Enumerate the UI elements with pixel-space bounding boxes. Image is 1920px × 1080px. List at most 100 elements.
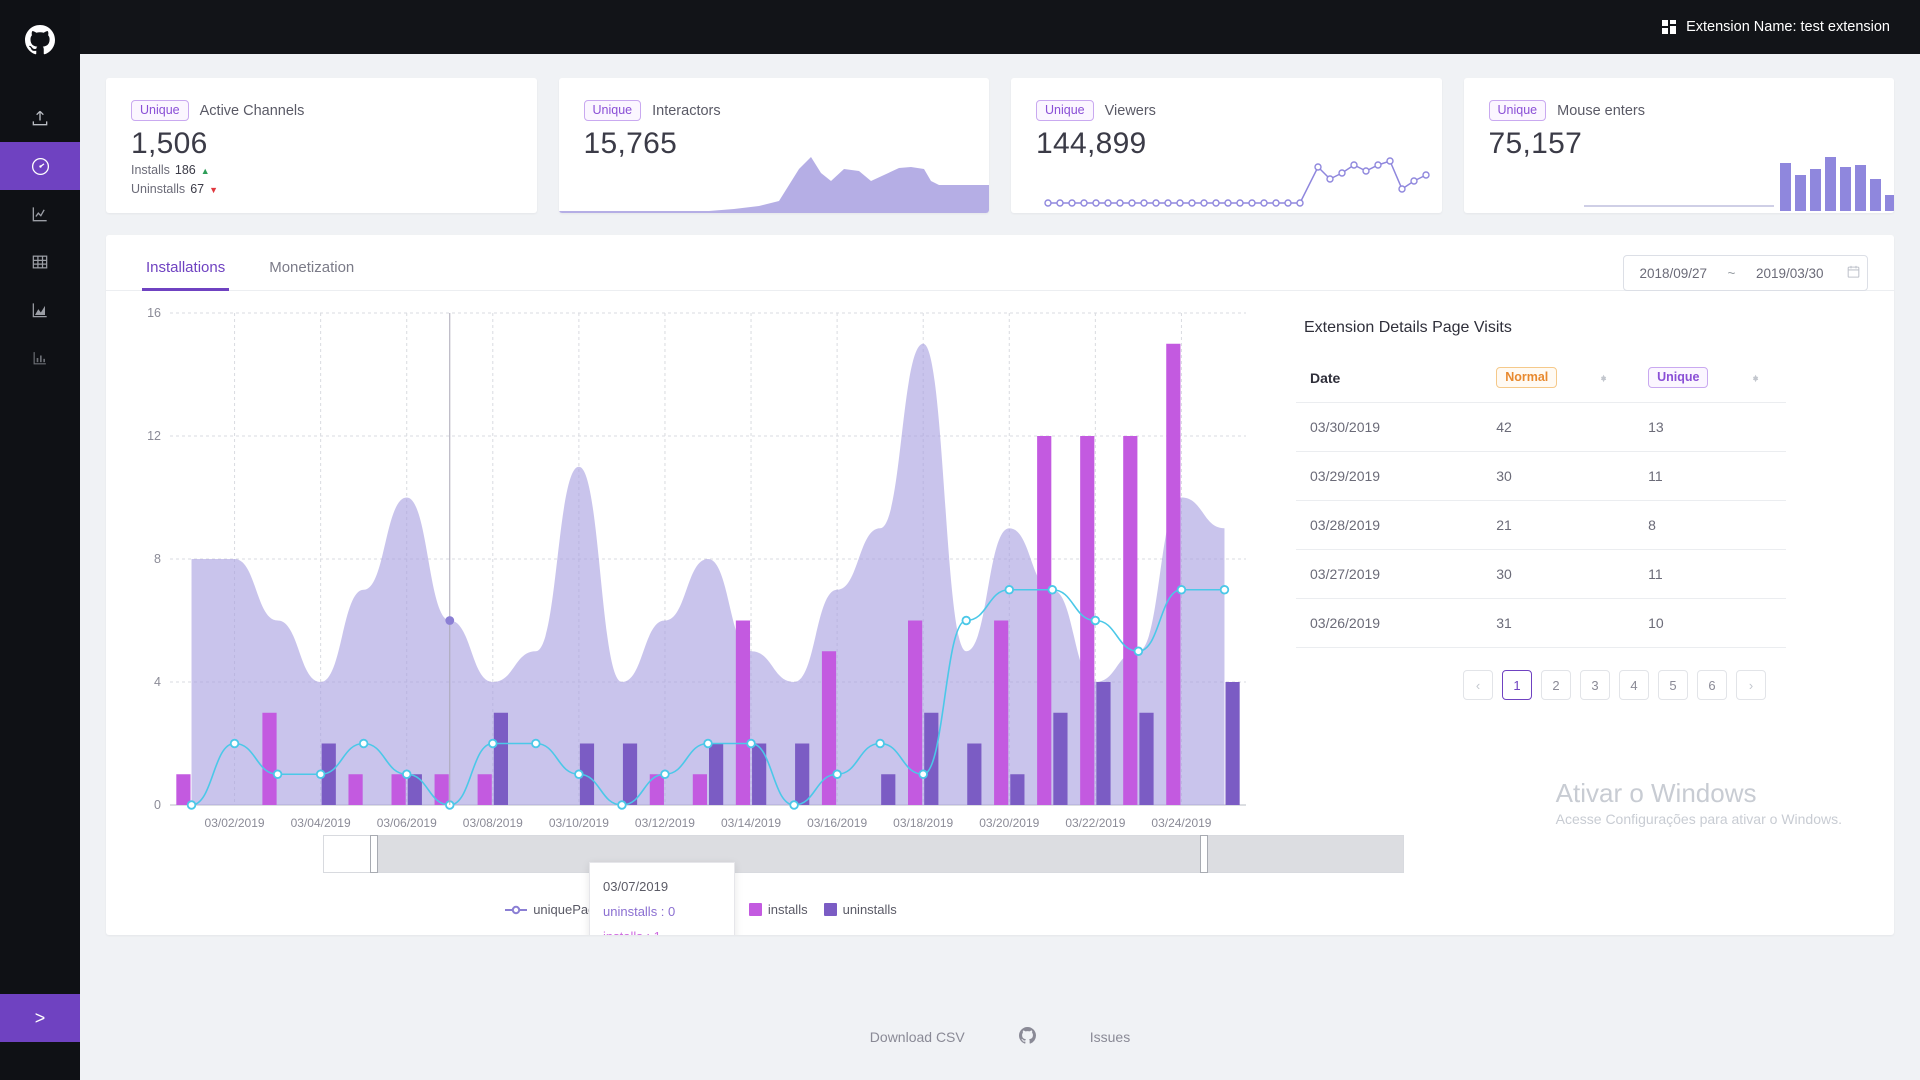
- normal-badge: Normal: [1496, 367, 1558, 389]
- installs-value: 186: [174, 163, 196, 178]
- page-visits-section: Extension Details Page Visits Date Norma…: [1296, 305, 1786, 701]
- github-logo-icon[interactable]: [0, 16, 80, 64]
- legend-item-installs[interactable]: installs: [748, 902, 808, 917]
- cell-date: 03/29/2019: [1296, 451, 1483, 502]
- sidebar-item-dashboard[interactable]: [0, 142, 80, 190]
- table-row: 03/27/2019 30 11: [1296, 549, 1786, 600]
- sidebar-item-table[interactable]: [0, 238, 80, 286]
- svg-text:03/16/2019: 03/16/2019: [807, 816, 867, 830]
- windows-activation-watermark: Ativar o Windows Acesse Configurações pa…: [1556, 777, 1842, 827]
- date-range-start[interactable]: 2018/09/27: [1624, 266, 1723, 281]
- tooltip-uninstalls: uninstalls : 0: [603, 903, 676, 919]
- date-range-picker[interactable]: 2018/09/27 ~ 2019/03/30: [1623, 255, 1868, 291]
- svg-text:03/24/2019: 03/24/2019: [1151, 816, 1211, 830]
- svg-text:0: 0: [154, 798, 161, 812]
- download-csv-link[interactable]: Download CSV: [870, 1029, 965, 1045]
- pagination-prev[interactable]: ‹: [1463, 670, 1493, 701]
- extension-name: Extension Name: test extension: [1662, 19, 1890, 35]
- watermark-line2: Acesse Configurações para ativar o Windo…: [1555, 811, 1842, 827]
- cell-unique: 8: [1634, 500, 1786, 551]
- pagination-next[interactable]: ›: [1736, 670, 1766, 701]
- cell-unique: 11: [1634, 549, 1786, 600]
- grid-icon: [1662, 20, 1677, 34]
- date-range-end[interactable]: 2019/03/30: [1741, 266, 1840, 281]
- sparkline-line: [1043, 157, 1430, 207]
- svg-text:03/20/2019: 03/20/2019: [979, 816, 1039, 830]
- table-body: 03/30/2019 42 13 03/29/2019 30 11 03/28/2019 21…: [1296, 402, 1786, 649]
- card-uninstalls-row: Uninstalls 67 ▼: [106, 180, 537, 198]
- page-visits-table: Date Normal ▲ ▼ Unique ▲ ▼ 03/30/2019 42…: [1296, 353, 1786, 649]
- legend-swatch-installs: [748, 903, 762, 916]
- svg-text:4: 4: [154, 675, 161, 689]
- sidebar-item-upload[interactable]: [0, 94, 80, 142]
- sort-normal-icon[interactable]: ▲ ▼: [1599, 372, 1608, 383]
- column-normal[interactable]: Normal ▲ ▼: [1482, 353, 1635, 404]
- card-title: Mouse enters: [1557, 102, 1645, 119]
- cell-date: 03/28/2019: [1296, 500, 1483, 551]
- tooltip-date: 03/07/2019: [603, 879, 669, 894]
- table-head: Date Normal ▲ ▼ Unique ▲ ▼: [1296, 353, 1786, 404]
- extension-name-label: Extension Name: test extension: [1686, 19, 1890, 35]
- card-title: Viewers: [1104, 102, 1156, 119]
- sort-unique-icon[interactable]: ▲ ▼: [1751, 372, 1760, 383]
- pagination: ‹ 1 2 3 4 5 6 ›: [1296, 648, 1786, 701]
- sidebar: >: [0, 0, 80, 1080]
- cell-date: 03/30/2019: [1296, 402, 1483, 453]
- svg-text:16: 16: [147, 306, 161, 320]
- pagination-page-5[interactable]: 5: [1658, 670, 1688, 701]
- svg-text:03/18/2019: 03/18/2019: [893, 816, 953, 830]
- legend-swatch-uninstalls: [823, 903, 837, 916]
- table-row: 03/29/2019 30 11: [1296, 451, 1786, 502]
- github-icon[interactable]: [1018, 1027, 1036, 1047]
- cell-unique: 11: [1634, 451, 1786, 502]
- svg-text:8: 8: [154, 552, 161, 566]
- pagination-page-3[interactable]: 3: [1580, 670, 1610, 701]
- sparkline-area: [559, 157, 989, 213]
- installations-panel: Installations Monetization 2018/09/27 ~ …: [106, 235, 1894, 935]
- column-unique[interactable]: Unique ▲ ▼: [1634, 353, 1786, 404]
- pagination-page-6[interactable]: 6: [1697, 670, 1727, 701]
- svg-text:03/08/2019: 03/08/2019: [463, 816, 523, 830]
- unique-badge: Unique: [1488, 100, 1547, 122]
- tooltip-installs: installs : 1: [603, 925, 721, 935]
- cell-normal: 31: [1482, 598, 1635, 649]
- cell-date: 03/26/2019: [1296, 598, 1483, 649]
- main-content: Unique Active Channels 1,506 Installs 186…: [80, 54, 1920, 1080]
- sidebar-item-area-chart[interactable]: [0, 286, 80, 334]
- watermark-line1: Ativar o Windows: [1555, 778, 1757, 809]
- datazoom-handle-right[interactable]: [1200, 835, 1208, 873]
- issues-link[interactable]: Issues: [1090, 1029, 1130, 1045]
- chart-datazoom-slider[interactable]: [323, 835, 1404, 873]
- installations-chart[interactable]: 0 4 8 12 16 03/02/2019 03/04/2019 03/06/2019 03/…: [126, 305, 1404, 935]
- svg-text:03/06/2019: 03/06/2019: [377, 816, 437, 830]
- card-interactors: Unique Interactors 15,765: [558, 78, 989, 213]
- cell-normal: 30: [1482, 451, 1635, 502]
- sidebar-expand-button[interactable]: >: [0, 994, 80, 1042]
- legend-item-uninstalls[interactable]: uninstalls: [823, 902, 897, 917]
- table-row: 03/30/2019 42 13: [1296, 402, 1786, 453]
- chart-svg[interactable]: 0 4 8 12 16 03/02/2019 03/04/2019 03/06/2019 03/…: [126, 305, 1276, 865]
- tab-monetization[interactable]: Monetization: [247, 253, 376, 290]
- legend-label: uninstalls: [842, 902, 897, 917]
- legend-label: installs: [767, 902, 808, 917]
- calendar-icon[interactable]: [1839, 264, 1867, 282]
- sidebar-item-bar-chart[interactable]: [0, 334, 80, 382]
- tab-installations[interactable]: Installations: [124, 253, 247, 291]
- pagination-page-4[interactable]: 4: [1619, 670, 1649, 701]
- pagination-page-1[interactable]: 1: [1502, 670, 1532, 701]
- sidebar-item-line-chart[interactable]: [0, 190, 80, 238]
- svg-text:03/10/2019: 03/10/2019: [549, 816, 609, 830]
- table-header-row: Date Normal ▲ ▼ Unique ▲ ▼: [1296, 353, 1786, 404]
- cell-normal: 42: [1482, 402, 1635, 453]
- topbar: Extension Name: test extension: [80, 0, 1920, 54]
- pagination-page-2[interactable]: 2: [1541, 670, 1571, 701]
- arrow-down-icon: ▼: [209, 184, 219, 195]
- datazoom-handle-left[interactable]: [370, 835, 378, 873]
- chart-tooltip: 03/07/2019 uninstalls : 0 installs : 1 a…: [589, 862, 735, 935]
- footer: Download CSV Issues: [80, 994, 1920, 1080]
- card-header: Unique Mouse enters: [1464, 78, 1895, 122]
- uninstalls-label: Uninstalls: [131, 181, 186, 196]
- svg-text:03/04/2019: 03/04/2019: [291, 816, 351, 830]
- svg-text:12: 12: [147, 429, 161, 443]
- card-installs-row: Installs 186 ▲: [106, 161, 537, 179]
